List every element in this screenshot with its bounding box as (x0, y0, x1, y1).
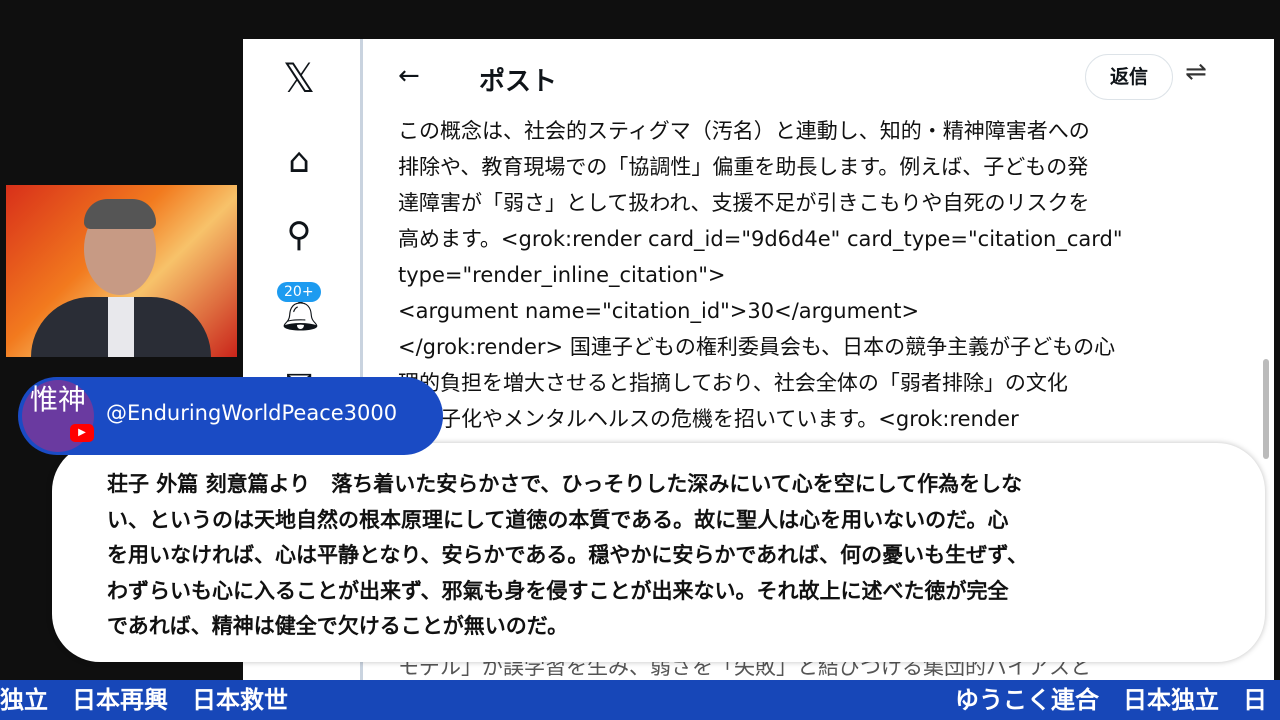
page-title: ポスト (479, 67, 558, 97)
search-icon[interactable]: ⚲ (279, 215, 319, 255)
channel-handle: @EnduringWorldPeace3000 (106, 401, 398, 425)
youtube-play-icon: ▶ (70, 424, 94, 442)
ticker-text-right: ゆうこく連合 日本独立 日 (955, 686, 1267, 714)
post-line: 排除や、教育現場での「協調性」偏重を助長します。例えば、子どもの発 (398, 155, 1089, 179)
post-body: この概念は、社会的スティグマ（汚名）と連動し、知的・精神障害者への 排除や、教育… (398, 113, 1228, 437)
post-header: ← ポスト 返信 ⇌ (393, 54, 1274, 101)
webcam-video (6, 185, 237, 357)
home-icon[interactable]: ⌂ (279, 141, 319, 181)
post-line: 理的負担を増大させると指摘しており、社会全体の「弱者排除」の文化 (398, 371, 1068, 395)
post-line: <argument name="citation_id">30</argumen… (398, 299, 920, 323)
post-line: </grok:render> 国連子どもの権利委員会も、日本の競争主義が子どもの… (398, 335, 1116, 359)
channel-badge: 惟神 ▶ @EnduringWorldPeace3000 (18, 377, 443, 455)
back-arrow-icon[interactable]: ← (398, 61, 420, 91)
post-line: が少子化やメンタルヘルスの危機を招いています。<grok:render (398, 407, 1019, 431)
post-line: type="render_inline_citation"> (398, 263, 726, 287)
caption-line: 荘子 外篇 刻意篇より 落ち着いた安らかさで、ひっそりした深みにいて心を空にして… (107, 472, 1023, 496)
ticker-text-left: 独立 日本再興 日本救世 (0, 686, 288, 714)
caption-line: わずらいも心に入ることが出来ず、邪氣も身を侵すことが出来ない。それ故上に述べた徳… (107, 578, 1009, 603)
x-logo-icon[interactable]: 𝕏 (279, 59, 319, 99)
caption-line: い、というのは天地自然の根本原理にして道徳の本質である。故に聖人は心を用いないの… (107, 507, 1009, 532)
post-line: 高めます。<grok:render card_id="9d6d4e" card_… (398, 227, 1123, 251)
news-ticker: 独立 日本再興 日本救世 ゆうこく連合 日本独立 日 (0, 680, 1280, 720)
caption-box: 荘子 外篇 刻意篇より 落ち着いた安らかさで、ひっそりした深みにいて心を空にして… (52, 443, 1265, 662)
reply-button[interactable]: 返信 (1085, 54, 1173, 100)
scrollbar[interactable] (1263, 359, 1269, 459)
caption-line: であれば、精神は健全で欠けることが無いのだ。 (107, 614, 569, 638)
presenter-hair (84, 199, 156, 229)
post-line: この概念は、社会的スティグマ（汚名）と連動し、知的・精神障害者への (398, 119, 1090, 143)
post-line: 達障害が「弱さ」として扱われ、支援不足が引きこもりや自死のリスクを (398, 191, 1090, 215)
caption-line: を用いなければ、心は平静となり、安らかである。穏やかに安らかであれば、何の憂いも… (107, 543, 1029, 567)
settings-sliders-icon[interactable]: ⇌ (1185, 57, 1207, 87)
notification-badge: 20+ (277, 282, 321, 302)
presenter-shirt (108, 297, 134, 357)
